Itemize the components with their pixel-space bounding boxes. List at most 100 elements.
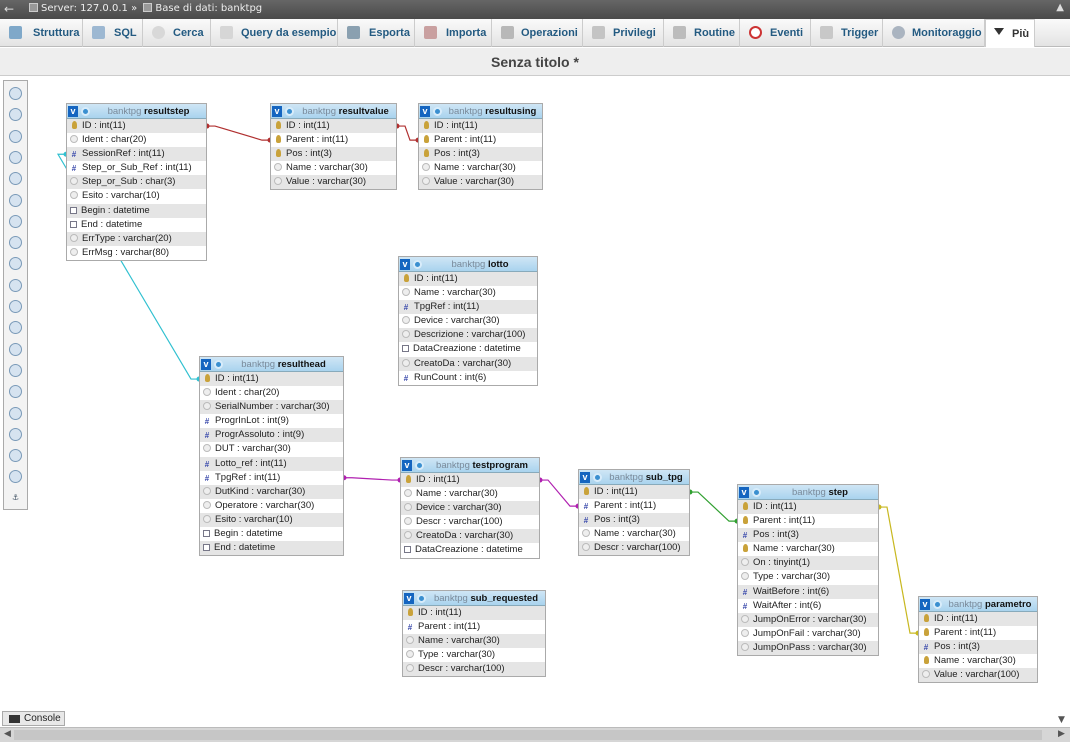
table-field-row[interactable]: Parent : int(11) (738, 514, 878, 529)
table-field-row[interactable]: ErrMsg : varchar(80) (67, 245, 206, 260)
table-resultusing[interactable]: v banktpg resultusing ID : int(11) Parent :… (418, 103, 543, 191)
table-resultstep[interactable]: v banktpg resultstep ID : int(11) Ident : c… (66, 103, 207, 261)
table-field-row[interactable]: CreatoDa : varchar(30) (401, 529, 539, 544)
horizontal-scrollbar[interactable]: ◀ ▶ (0, 727, 1070, 742)
console-button[interactable]: Console (2, 711, 65, 726)
table-options-icon[interactable] (593, 473, 602, 482)
table-list-icon[interactable] (9, 236, 22, 250)
table-field-row[interactable]: Value : varchar(100) (919, 668, 1037, 683)
table-field-row[interactable]: # TpgRef : int(11) (399, 300, 537, 315)
table-field-row[interactable]: Descr : varchar(100) (403, 662, 545, 677)
angular-links-icon[interactable] (9, 363, 22, 377)
toggle-all-icon[interactable] (9, 427, 22, 441)
table-field-row[interactable]: ID : int(11) (419, 119, 542, 134)
table-field-row[interactable]: Pos : int(3) (419, 147, 542, 162)
table-field-row[interactable]: Type : varchar(30) (738, 570, 878, 585)
table-header[interactable]: v banktpg resulthead (200, 357, 343, 372)
table-field-row[interactable]: ID : int(11) (67, 119, 206, 134)
table-header[interactable]: v banktpg resultstep (67, 104, 206, 119)
table-header[interactable]: v banktpg sub_requested (403, 591, 545, 606)
table-field-row[interactable]: ID : int(11) (401, 473, 539, 488)
pdf-icon[interactable] (9, 470, 22, 484)
collapse-icon[interactable]: ▲ (1056, 2, 1064, 13)
table-options-icon[interactable] (433, 107, 442, 116)
tab-importa[interactable]: Importa (415, 19, 492, 47)
collapse-toggle-icon[interactable]: v (400, 259, 410, 270)
table-options-icon[interactable] (285, 107, 294, 116)
table-field-row[interactable]: Ident : char(20) (67, 133, 206, 148)
table-header[interactable]: v banktpg resultvalue (271, 104, 396, 119)
info-icon[interactable] (9, 321, 22, 335)
table-field-row[interactable]: Name : varchar(30) (271, 161, 396, 176)
anchor-icon[interactable]: ⚓ (9, 492, 22, 505)
table-field-row[interactable]: DataCreazione : datetime (399, 342, 537, 357)
database-breadcrumb[interactable]: Base di dati: banktpg (155, 3, 262, 14)
table-field-row[interactable]: ID : int(11) (919, 612, 1037, 627)
table-field-row[interactable]: # Pos : int(3) (579, 513, 689, 528)
back-arrow-icon[interactable]: ← (4, 2, 14, 16)
table-header[interactable]: v banktpg resultusing (419, 104, 542, 119)
table-field-row[interactable]: Name : varchar(30) (919, 654, 1037, 669)
table-options-icon[interactable] (933, 600, 942, 609)
edit-page-icon[interactable] (9, 150, 22, 164)
table-header[interactable]: v banktpg step (738, 485, 878, 500)
server-breadcrumb[interactable]: Server: 127.0.0.1 (41, 3, 128, 14)
table-field-row[interactable]: Begin : datetime (67, 203, 206, 218)
tab-piu[interactable]: Più (985, 19, 1035, 47)
table-field-row[interactable]: Device : varchar(30) (401, 501, 539, 516)
table-field-row[interactable]: On : tinyint(1) (738, 556, 878, 571)
table-options-icon[interactable] (81, 107, 90, 116)
table-field-row[interactable]: Begin : datetime (200, 527, 343, 542)
table-field-row[interactable]: JumpOnPass : varchar(30) (738, 640, 878, 656)
table-field-row[interactable]: Value : varchar(30) (271, 175, 396, 190)
table-step[interactable]: v banktpg step ID : int(11) Parent : int(11… (737, 484, 879, 657)
toggle-icon[interactable] (9, 87, 22, 100)
scroll-left-icon[interactable]: ◀ (4, 729, 11, 739)
table-field-row[interactable]: ID : int(11) (200, 372, 343, 387)
table-field-row[interactable]: Parent : int(11) (271, 133, 396, 148)
tab-routine[interactable]: Routine (664, 19, 740, 47)
help-icon[interactable] (9, 278, 22, 292)
table-field-row[interactable]: Parent : int(11) (919, 626, 1037, 641)
scrollbar-thumb[interactable] (14, 730, 1042, 740)
collapse-toggle-icon[interactable]: v (404, 593, 414, 604)
table-resultvalue[interactable]: v banktpg resultvalue ID : int(11) Parent :… (270, 103, 397, 191)
table-field-row[interactable]: Name : varchar(30) (419, 161, 542, 176)
table-options-icon[interactable] (413, 260, 422, 269)
table-field-row[interactable]: Name : varchar(30) (579, 527, 689, 542)
table-field-row[interactable]: # WaitBefore : int(6) (738, 584, 878, 599)
small-big-icon[interactable] (9, 406, 22, 420)
reload-icon[interactable] (9, 300, 22, 313)
table-field-row[interactable]: Pos : int(3) (271, 147, 396, 162)
table-field-row[interactable]: # Parent : int(11) (579, 499, 689, 514)
table-field-row[interactable]: # Parent : int(11) (403, 620, 545, 635)
tab-cerca[interactable]: Cerca (143, 19, 211, 47)
vertical-scrollbar[interactable]: ▼ (1055, 79, 1070, 727)
table-field-row[interactable]: Ident : char(20) (200, 386, 343, 401)
tab-trigger[interactable]: Trigger (811, 19, 883, 47)
table-field-row[interactable]: # ProgrAssoluto : int(9) (200, 428, 343, 443)
collapse-toggle-icon[interactable]: v (420, 106, 430, 117)
table-field-row[interactable]: CreatoDa : varchar(30) (399, 356, 537, 371)
table-field-row[interactable]: Name : varchar(30) (403, 634, 545, 649)
save-as-icon[interactable] (9, 193, 22, 207)
table-field-row[interactable]: # Step_or_Sub_Ref : int(11) (67, 161, 206, 176)
collapse-toggle-icon[interactable]: v (580, 472, 590, 483)
tab-sql[interactable]: SQL (83, 19, 143, 47)
tab-query-da-esempio[interactable]: Query da esempio (211, 19, 338, 47)
table-header[interactable]: v banktpg parametro (919, 597, 1037, 612)
table-field-row[interactable]: End : datetime (200, 541, 343, 556)
table-testprogram[interactable]: v banktpg testprogram ID : int(11) Name : v… (400, 457, 540, 559)
table-field-row[interactable]: Esito : varchar(10) (67, 189, 206, 204)
table-options-icon[interactable] (214, 360, 223, 369)
table-field-row[interactable]: ID : int(11) (579, 485, 689, 500)
fullscreen-icon[interactable] (9, 108, 22, 122)
table-header[interactable]: v banktpg testprogram (401, 458, 539, 473)
table-field-row[interactable]: Type : varchar(30) (403, 648, 545, 663)
table-resulthead[interactable]: v banktpg resulthead ID : int(11) Ident : c… (199, 356, 344, 557)
table-field-row[interactable]: Value : varchar(30) (419, 175, 542, 190)
snap-grid-icon[interactable] (9, 385, 22, 399)
table-field-row[interactable]: # Pos : int(3) (738, 528, 878, 543)
table-field-row[interactable]: Name : varchar(30) (401, 487, 539, 502)
table-field-row[interactable]: DataCreazione : datetime (401, 543, 539, 558)
